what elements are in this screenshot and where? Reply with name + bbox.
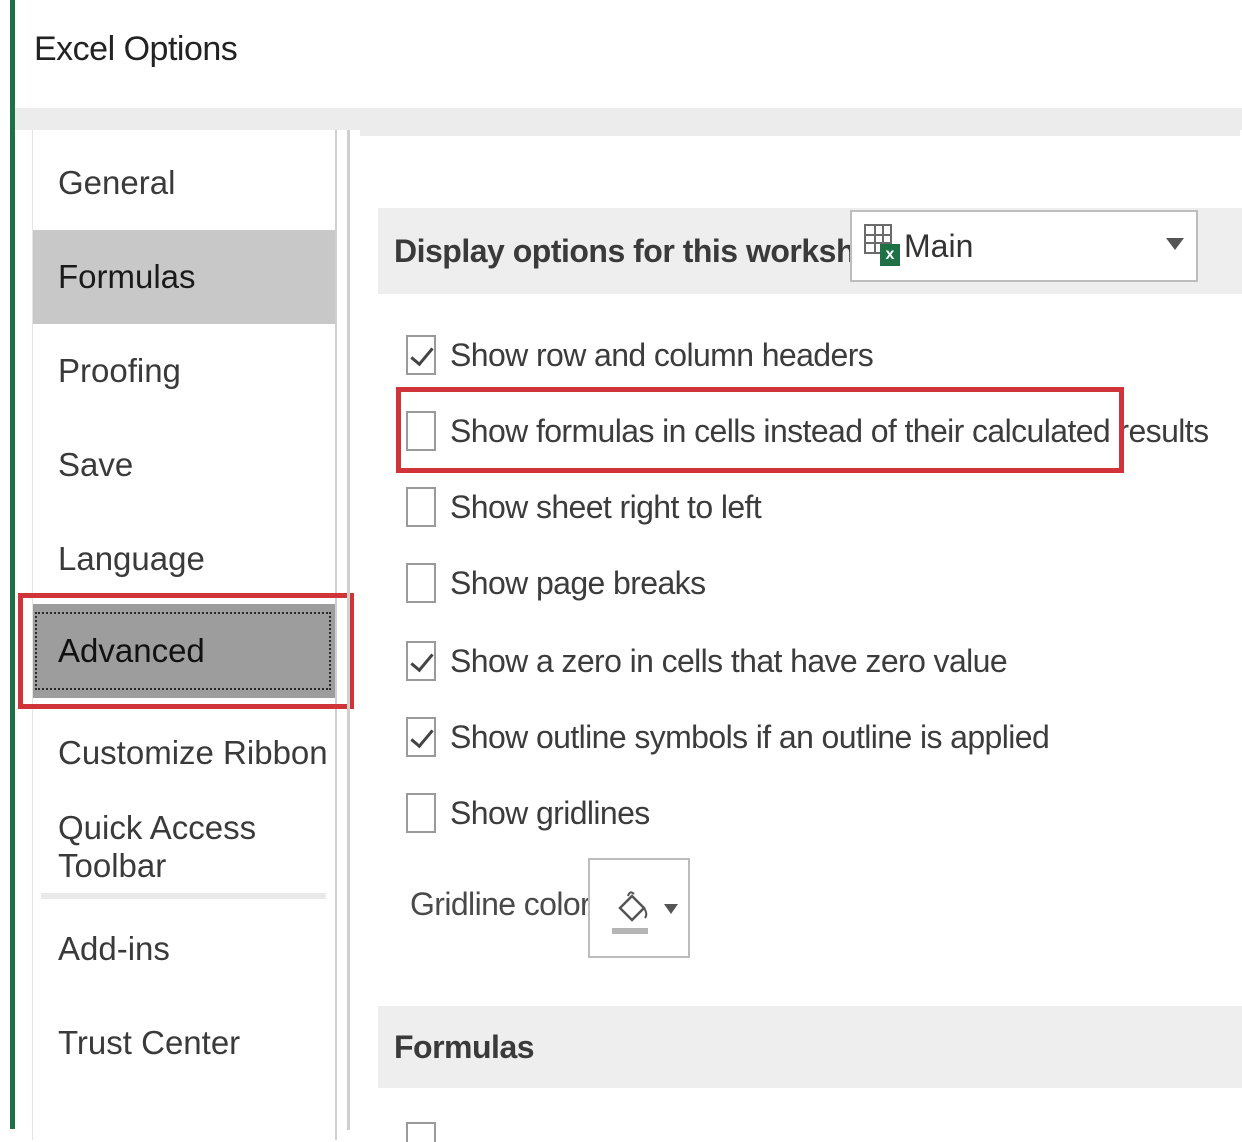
sidebar-item-label: Proofing	[58, 352, 181, 389]
gridline-color-label: Gridline color	[410, 886, 591, 922]
option-show-headers[interactable]: Show row and column headers	[406, 330, 874, 380]
sidebar-item-label: Formulas	[58, 258, 196, 295]
option-label: Show formulas in cells instead of their …	[450, 412, 1209, 449]
option-label: Show outline symbols if an outline is ap…	[450, 718, 1050, 755]
section-title: Formulas	[394, 1028, 535, 1065]
check-icon	[410, 341, 434, 367]
checkbox-show-headers[interactable]	[406, 335, 436, 375]
option-label: Show page breaks	[450, 564, 706, 601]
formulas-header: Formulas	[378, 1006, 1242, 1088]
option-label: Show gridlines	[450, 794, 650, 831]
section-title: Display options for this worksheet:	[394, 232, 910, 269]
option-gridlines[interactable]: Show gridlines	[406, 788, 650, 838]
sidebar-item-label: Language	[58, 540, 205, 577]
color-swatch	[612, 928, 648, 934]
option-label: Show row and column headers	[450, 336, 874, 373]
sidebar-item-advanced[interactable]: Advanced	[33, 604, 335, 698]
checkbox-gridlines[interactable]	[406, 793, 436, 833]
checkbox-show-formulas[interactable]	[406, 411, 436, 451]
worksheet-select[interactable]: x Main	[850, 210, 1198, 282]
sidebar-item-label: Add-ins	[58, 930, 170, 967]
sidebar-item-general[interactable]: General	[33, 136, 335, 230]
sidebar-item-formulas[interactable]: Formulas	[33, 230, 335, 324]
sidebar-item-trust-center[interactable]: Trust Center	[33, 996, 335, 1090]
main-panel-border	[347, 130, 350, 1130]
option-show-zero[interactable]: Show a zero in cells that have zero valu…	[406, 636, 1008, 686]
chevron-down-icon[interactable]	[664, 904, 678, 914]
checkbox-show-zero[interactable]	[406, 641, 436, 681]
sidebar-item-label: Trust Center	[58, 1024, 241, 1061]
excel-sheet-icon: x	[864, 224, 900, 268]
sidebar-item-label: Quick Access Toolbar	[58, 809, 257, 884]
check-icon	[410, 723, 434, 749]
option-page-breaks[interactable]: Show page breaks	[406, 558, 706, 608]
dialog-title: Excel Options	[34, 30, 238, 68]
sidebar-item-customize-ribbon[interactable]: Customize Ribbon	[33, 706, 335, 800]
sidebar-item-label: Save	[58, 446, 134, 483]
option-outline-symbols[interactable]: Show outline symbols if an outline is ap…	[406, 712, 1050, 762]
option-label: Show sheet right to left	[450, 488, 762, 525]
window-accent-edge	[10, 0, 15, 1129]
checkbox-page-breaks[interactable]	[406, 563, 436, 603]
checkbox-right-to-left[interactable]	[406, 487, 436, 527]
scrolled-content-edge	[360, 130, 1240, 136]
sidebar-item-save[interactable]: Save	[33, 418, 335, 512]
option-right-to-left[interactable]: Show sheet right to left	[406, 482, 762, 532]
sidebar-item-quick-access-toolbar[interactable]: Quick Access Toolbar	[33, 800, 335, 894]
sidebar-item-add-ins[interactable]: Add-ins	[33, 902, 335, 996]
sidebar-item-label: Advanced	[58, 632, 205, 669]
check-icon	[410, 647, 434, 673]
option-label: Show a zero in cells that have zero valu…	[450, 642, 1008, 679]
options-sidebar: General Formulas Proofing Save Language …	[32, 130, 337, 1140]
sidebar-item-proofing[interactable]: Proofing	[33, 324, 335, 418]
checkbox-outline-symbols[interactable]	[406, 717, 436, 757]
sidebar-item-label: General	[58, 164, 176, 201]
option-show-formulas[interactable]: Show formulas in cells instead of their …	[406, 406, 1209, 456]
sidebar-divider	[41, 893, 326, 899]
sidebar-item-language[interactable]: Language	[33, 512, 335, 606]
checkbox-partial[interactable]	[406, 1122, 436, 1142]
worksheet-select-value: Main	[904, 227, 974, 264]
chevron-down-icon[interactable]	[1166, 238, 1184, 250]
gridline-color-button[interactable]	[588, 858, 690, 958]
dialog-divider	[15, 108, 1242, 130]
sidebar-item-label: Customize Ribbon	[58, 734, 328, 771]
